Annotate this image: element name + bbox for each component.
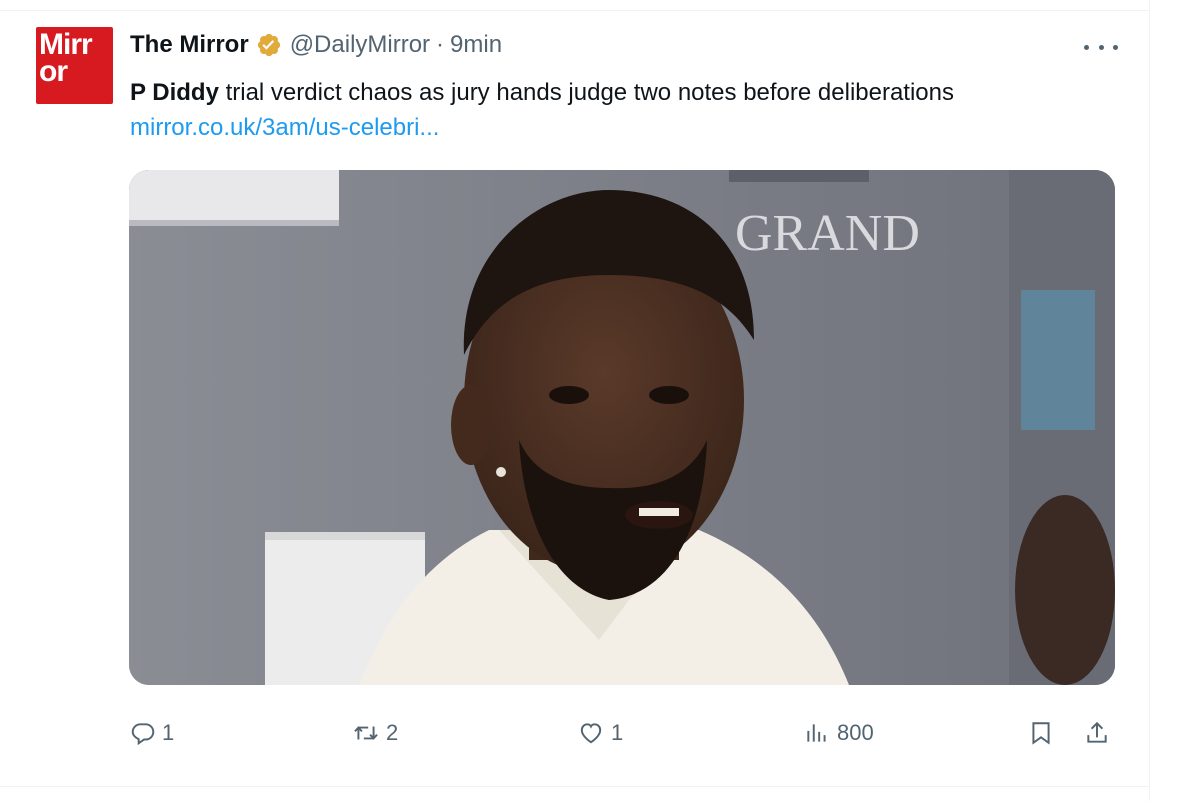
handle[interactable]: @DailyMirror xyxy=(290,31,430,59)
divider xyxy=(0,786,1149,787)
photo-illustration: GRAND xyxy=(129,170,1115,685)
tweet[interactable]: Mirr or The Mirror @DailyMirror · 9min P… xyxy=(0,0,1149,775)
tweet-media-photo[interactable]: GRAND xyxy=(129,170,1115,685)
views-icon xyxy=(803,720,837,746)
more-icon[interactable] xyxy=(1084,40,1118,54)
backdrop-sign-text: GRAND xyxy=(735,205,920,262)
avatar[interactable]: Mirr or xyxy=(36,27,113,104)
bookmark-button[interactable] xyxy=(1028,714,1060,752)
tweet-header: The Mirror @DailyMirror · 9min xyxy=(130,29,502,61)
avatar-logo-text: Mirr or xyxy=(39,28,93,88)
like-count: 1 xyxy=(611,720,624,745)
heart-icon xyxy=(577,720,611,746)
share-button[interactable] xyxy=(1084,714,1116,752)
reply-icon xyxy=(130,720,162,746)
like-button[interactable]: 1 xyxy=(577,714,623,752)
views-count: 800 xyxy=(837,720,874,745)
timeline: Mirr or The Mirror @DailyMirror · 9min P… xyxy=(0,0,1150,801)
retweet-count: 2 xyxy=(386,720,399,745)
tweet-text-bold: P Diddy xyxy=(130,79,219,106)
separator-dot: · xyxy=(436,31,445,58)
tweet-text-body: trial verdict chaos as jury hands judge … xyxy=(218,79,955,106)
action-bar: 1 2 1 800 xyxy=(0,714,1149,752)
tweet-text: P Diddy trial verdict chaos as jury hand… xyxy=(130,75,1090,145)
bookmark-icon xyxy=(1028,720,1060,746)
tweet-link[interactable]: mirror.co.uk/3am/us-celebri... xyxy=(130,114,439,141)
reply-button[interactable]: 1 xyxy=(130,714,174,752)
share-icon xyxy=(1084,720,1116,746)
retweet-icon xyxy=(352,720,386,746)
views-button[interactable]: 800 xyxy=(803,714,874,752)
retweet-button[interactable]: 2 xyxy=(352,714,398,752)
reply-count: 1 xyxy=(162,720,175,745)
display-name[interactable]: The Mirror xyxy=(130,31,249,59)
verified-badge-icon xyxy=(256,32,282,58)
timestamp[interactable]: 9min xyxy=(450,31,502,59)
